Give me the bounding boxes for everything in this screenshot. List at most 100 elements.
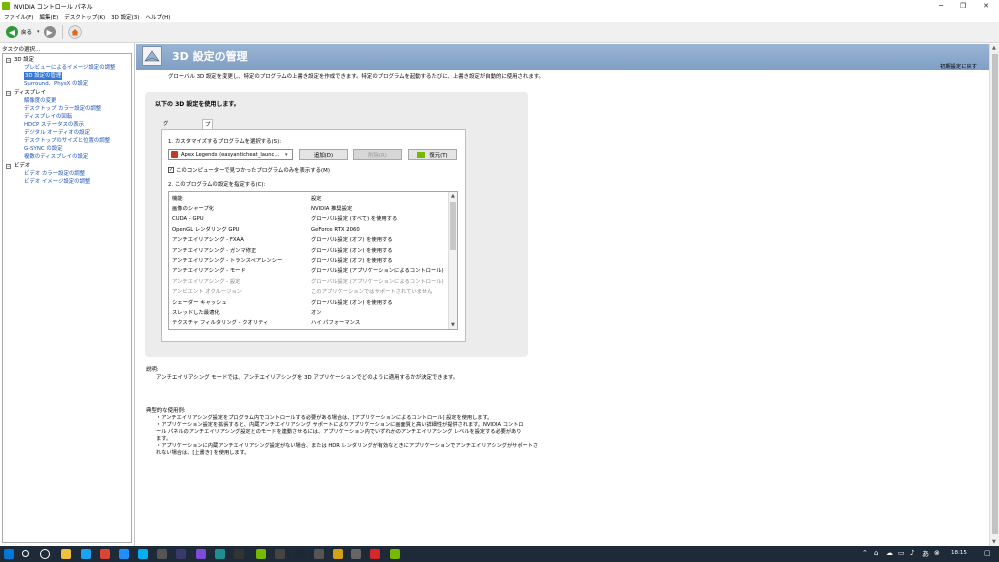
settings-row[interactable]: アンチエイリアシング - ガンマ修正 グローバル設定 (オン) を使用する <box>169 246 449 256</box>
settings-row[interactable]: テクスチャ フィルタリング - クオリティ ハイ パフォーマンス <box>169 318 449 328</box>
tree-item-resolution[interactable]: 解像度の変更 <box>24 97 56 105</box>
tree-item-manage-3d[interactable]: 3D 設定の管理 <box>24 72 63 80</box>
tree-item-video-image[interactable]: ビデオ イメージ設定の調整 <box>24 178 90 186</box>
add-program-button[interactable]: 追加(D) <box>299 149 348 160</box>
settings-row[interactable]: OpenGL レンダリング GPU GeForce RTX 2060 <box>169 225 449 235</box>
tree-item-rotate-display[interactable]: ディスプレイの回転 <box>24 113 72 121</box>
windows-start-icon[interactable] <box>4 549 14 559</box>
tree-item-video-color[interactable]: ビデオ カラー設定の調整 <box>24 170 85 178</box>
tree-item-desktop-color[interactable]: デスクトップ カラー設定の調整 <box>24 105 101 113</box>
settings-row[interactable]: アンチエイリアシング - FXAA グローバル設定 (オフ) を使用する <box>169 235 449 245</box>
settings-icon[interactable] <box>351 549 361 559</box>
file-explorer-icon[interactable] <box>61 549 71 559</box>
setting-cell[interactable]: グローバル設定 (アプリケーションによるコントロール) を... <box>311 266 446 276</box>
search-icon[interactable] <box>22 550 29 557</box>
setting-cell[interactable]: グローバル設定 (オン) を使用する <box>311 298 446 308</box>
setting-cell[interactable]: グローバル設定 (オン) を使用する <box>311 246 446 256</box>
menu-edit[interactable]: 編集(E) <box>39 13 58 21</box>
tree-category-display[interactable]: ディスプレイ <box>14 89 46 97</box>
settings-row[interactable]: シェーダー キャッシュ グローバル設定 (オン) を使用する <box>169 298 449 308</box>
app-icon[interactable] <box>196 549 206 559</box>
home-icon[interactable] <box>67 25 82 39</box>
setting-cell[interactable]: NVIDIA 推奨設定 <box>311 204 446 214</box>
volume-icon[interactable]: ♪ <box>910 549 914 557</box>
tree-item-desktop-size[interactable]: デスクトップのサイズと位置の調整 <box>24 137 110 145</box>
setting-cell[interactable]: GeForce RTX 2060 <box>311 225 446 235</box>
app-icon[interactable] <box>215 549 225 559</box>
app-icon[interactable] <box>176 549 186 559</box>
settings-row[interactable]: アンビエント オクルージョン このアプリケーションではサポートされていません <box>169 287 449 297</box>
setting-cell[interactable]: このアプリケーションではサポートされていません <box>311 287 446 297</box>
tree-category-video[interactable]: ビデオ <box>14 162 30 170</box>
setting-cell[interactable]: グローバル設定 (オフ) を使用する <box>311 256 446 266</box>
close-button[interactable]: ✕ <box>973 0 999 12</box>
nvidia-control-panel-icon[interactable] <box>390 549 400 559</box>
twitter-icon[interactable] <box>81 549 91 559</box>
app-icon[interactable] <box>333 549 343 559</box>
nvidia-icon[interactable] <box>256 549 266 559</box>
back-button[interactable]: ◀ <box>6 26 18 38</box>
settings-row[interactable]: CUDA - GPU グローバル設定 (すべて) を使用する <box>169 214 449 224</box>
show-found-programs-label[interactable]: このコンピューターで見つかったプログラムのみを表示する(M) <box>176 166 330 174</box>
app-icon[interactable] <box>275 549 285 559</box>
setting-cell[interactable]: グローバル設定 (アプリケーションによるコントロール) を... <box>311 277 446 287</box>
cloud-icon[interactable]: ☁ <box>886 549 893 557</box>
tab-global-settings[interactable]: グローバル設定 <box>161 119 170 187</box>
setting-cell[interactable]: グローバル設定 (すべて) を使用する <box>311 214 446 224</box>
skype-icon[interactable] <box>138 549 148 559</box>
tree-item-digital-audio[interactable]: デジタル オーディオの設定 <box>24 129 90 137</box>
settings-row[interactable]: アンチエイリアシング - トランスペアレンシー グローバル設定 (オフ) を使用す… <box>169 256 449 266</box>
scroll-up-icon[interactable]: ▲ <box>992 45 996 51</box>
scroll-up-icon[interactable]: ▲ <box>451 193 455 199</box>
tree-item-hdcp[interactable]: HDCP ステータスの表示 <box>24 121 84 129</box>
tree-item-gsync[interactable]: G-SYNC の設定 <box>24 145 63 153</box>
network-icon[interactable]: ⌂ <box>874 549 878 557</box>
settings-row[interactable]: スレッドした最適化 オン <box>169 308 449 318</box>
main-scroll-thumb[interactable] <box>992 54 998 534</box>
setting-cell[interactable]: グローバル設定 (オフ) を使用する <box>311 235 446 245</box>
menu-file[interactable]: ファイル(F) <box>4 13 33 21</box>
notification-icon[interactable]: ▢ <box>984 549 991 557</box>
chrome-icon[interactable] <box>100 549 110 559</box>
restore-defaults-link[interactable]: 初期設定に戻す <box>940 62 977 70</box>
grid-scrollbar[interactable]: ▲ ▼ <box>448 192 457 329</box>
show-found-programs-checkbox[interactable]: ✓ <box>168 167 174 173</box>
battery-icon[interactable]: ▭ <box>898 549 905 557</box>
scroll-down-icon[interactable]: ▼ <box>992 539 996 545</box>
app-icon[interactable] <box>234 549 244 559</box>
tree-item-surround-physx[interactable]: Surround、PhysX の設定 <box>24 80 88 88</box>
settings-row[interactable]: アンチエイリアシング - モード グローバル設定 (アプリケーションによるコントロ… <box>169 266 449 276</box>
taskbar-clock[interactable]: 18:15 <box>951 550 967 556</box>
settings-row[interactable]: アンチエイリアシング - 設定 グローバル設定 (アプリケーションによるコントロー… <box>169 277 449 287</box>
cortana-icon[interactable] <box>40 549 50 559</box>
menu-help[interactable]: ヘルプ(H) <box>145 13 170 21</box>
menu-desktop[interactable]: デスクトップ(K) <box>64 13 105 21</box>
restore-program-button[interactable]: 復元(T) <box>408 149 457 160</box>
app-icon[interactable] <box>370 549 380 559</box>
tree-item-preview-image[interactable]: プレビューによるイメージ設定の調整 <box>24 64 115 72</box>
back-label[interactable]: 戻る <box>21 28 32 36</box>
forward-button[interactable]: ▶ <box>43 26 56 38</box>
setting-cell[interactable]: ハイ パフォーマンス <box>311 318 446 328</box>
keyboard-icon[interactable]: ⊗ <box>934 549 940 557</box>
setting-cell[interactable]: オン <box>311 308 446 318</box>
settings-row[interactable]: 画像のシャープ化 NVIDIA 推奨設定 <box>169 204 449 214</box>
remove-program-button[interactable]: 削除(R) <box>353 149 402 160</box>
steam-icon[interactable] <box>295 549 305 559</box>
edge-icon[interactable] <box>119 549 129 559</box>
history-dropdown-icon[interactable]: ▾ <box>37 29 40 35</box>
program-select[interactable]: Apex Legends (easyanticheat_launc... ▾ <box>168 149 293 160</box>
collapse-video-icon[interactable]: − <box>6 164 11 169</box>
tree-category-3d[interactable]: 3D 設定 <box>14 56 34 64</box>
pane-splitter[interactable] <box>134 43 135 546</box>
collapse-display-icon[interactable]: − <box>6 91 11 96</box>
main-scrollbar[interactable]: ▲ ▼ <box>989 44 999 546</box>
language-icon[interactable]: あ <box>922 549 929 559</box>
menu-3d-settings[interactable]: 3D 設定(3) <box>111 13 139 21</box>
collapse-3d-icon[interactable]: − <box>6 58 11 63</box>
scroll-down-icon[interactable]: ▼ <box>451 322 455 328</box>
app-icon[interactable] <box>314 549 324 559</box>
app-icon[interactable] <box>157 549 167 559</box>
tree-item-multi-display[interactable]: 複数のディスプレイの設定 <box>24 153 88 161</box>
tab-program-settings[interactable]: プログラム設定 <box>202 119 214 188</box>
